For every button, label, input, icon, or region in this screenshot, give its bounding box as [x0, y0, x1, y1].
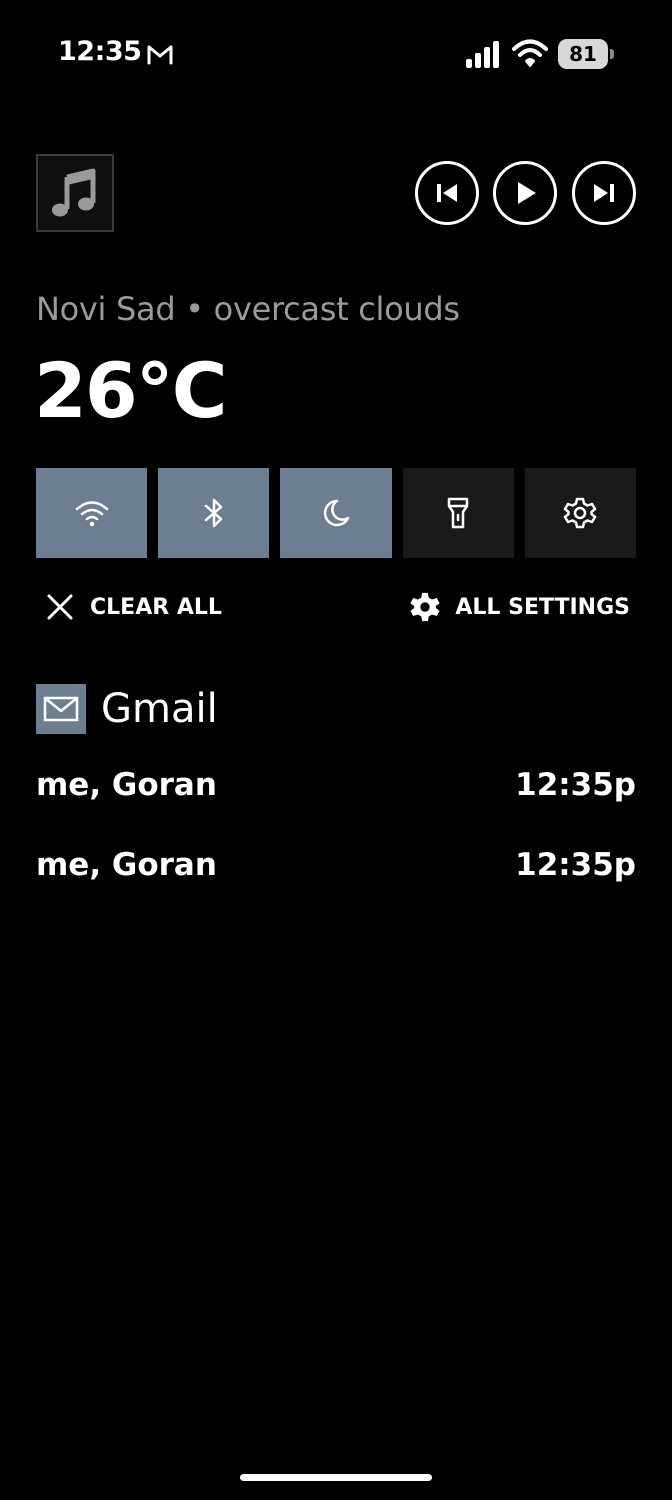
battery-level: 81 — [558, 39, 608, 69]
wifi-status-icon — [512, 39, 548, 67]
play-button[interactable] — [493, 161, 557, 225]
all-settings-label: ALL SETTINGS — [455, 594, 630, 620]
wifi-icon — [75, 501, 108, 527]
clear-all-label: CLEAR ALL — [90, 594, 222, 620]
moon-icon — [323, 499, 350, 527]
notification-item[interactable]: me, Goran 12:35p — [36, 763, 636, 807]
home-indicator[interactable] — [240, 1474, 432, 1481]
temperature: 26°C — [34, 346, 228, 435]
notification-group-header[interactable]: Gmail — [36, 684, 218, 734]
cellular-signal-icon — [466, 41, 499, 68]
gear-icon — [564, 497, 597, 529]
do-not-disturb-toggle[interactable] — [280, 468, 392, 558]
notification-item[interactable]: me, Goran 12:35p — [36, 843, 636, 887]
notification-sender: me, Goran — [36, 767, 217, 803]
weather-location-conditions: Novi Sad • overcast clouds — [36, 290, 460, 328]
envelope-icon — [43, 696, 79, 722]
notification-time: 12:35p — [515, 847, 636, 883]
music-artwork[interactable] — [36, 154, 114, 232]
notification-app-icon — [36, 684, 86, 734]
status-time: 12:35 — [58, 36, 142, 67]
all-settings-button[interactable]: ALL SETTINGS — [409, 590, 630, 624]
clear-all-button[interactable]: CLEAR ALL — [46, 590, 222, 624]
notification-sender: me, Goran — [36, 847, 217, 883]
close-icon — [47, 594, 73, 620]
flashlight-toggle[interactable] — [402, 468, 514, 558]
battery-indicator: 81 — [558, 39, 614, 69]
wifi-toggle[interactable] — [36, 468, 148, 558]
next-track-button[interactable] — [572, 161, 636, 225]
music-note-icon — [52, 168, 96, 217]
play-icon — [518, 182, 536, 204]
flashlight-icon — [447, 497, 469, 529]
bluetooth-icon — [204, 498, 223, 528]
settings-toggle[interactable] — [524, 468, 637, 558]
gear-icon — [410, 592, 440, 622]
gmail-status-icon — [147, 45, 173, 65]
quick-toggles — [36, 468, 637, 558]
skip-previous-icon — [437, 184, 457, 202]
notification-time: 12:35p — [515, 767, 636, 803]
bluetooth-toggle[interactable] — [158, 468, 270, 558]
battery-tip — [610, 49, 614, 59]
notification-app-name: Gmail — [101, 686, 218, 732]
previous-track-button[interactable] — [415, 161, 479, 225]
skip-next-icon — [594, 184, 614, 202]
